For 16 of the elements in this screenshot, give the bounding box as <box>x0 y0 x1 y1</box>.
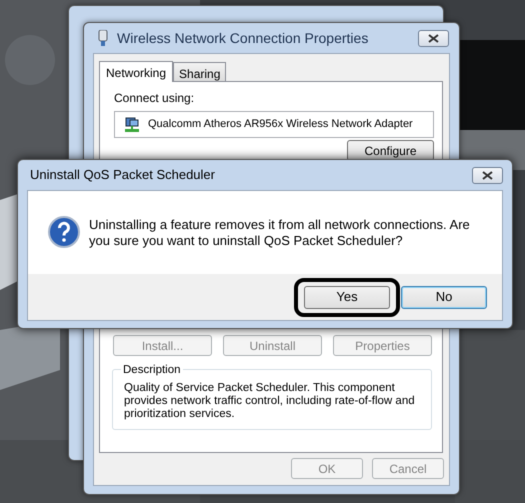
window-title: Wireless Network Connection Properties <box>117 28 368 48</box>
adapter-name: Qualcomm Atheros AR956x Wireless Network Adapter <box>148 117 413 132</box>
close-button[interactable] <box>418 30 449 46</box>
field-label: Connect using: <box>114 90 196 107</box>
configure-button[interactable]: Configure <box>347 140 434 161</box>
description-text: Quality of Service Packet Scheduler. This component provides network traffic control, including rate-of-flow and prioritization services. <box>124 382 416 421</box>
dialog-title: Uninstall QoS Packet Scheduler <box>30 166 215 184</box>
tab[interactable]: Networking <box>99 61 174 82</box>
button[interactable]: Yes <box>304 286 390 308</box>
dialog-message: Uninstalling a feature removes it from all network connections. Are you sure you want to uninstall QoS Packet Scheduler? <box>89 217 471 249</box>
question-icon <box>48 216 80 248</box>
close-button[interactable] <box>472 166 503 184</box>
tab[interactable]: Sharing <box>173 62 226 81</box>
close-icon <box>482 170 493 180</box>
button[interactable]: No <box>401 286 487 308</box>
close-icon <box>428 34 439 42</box>
